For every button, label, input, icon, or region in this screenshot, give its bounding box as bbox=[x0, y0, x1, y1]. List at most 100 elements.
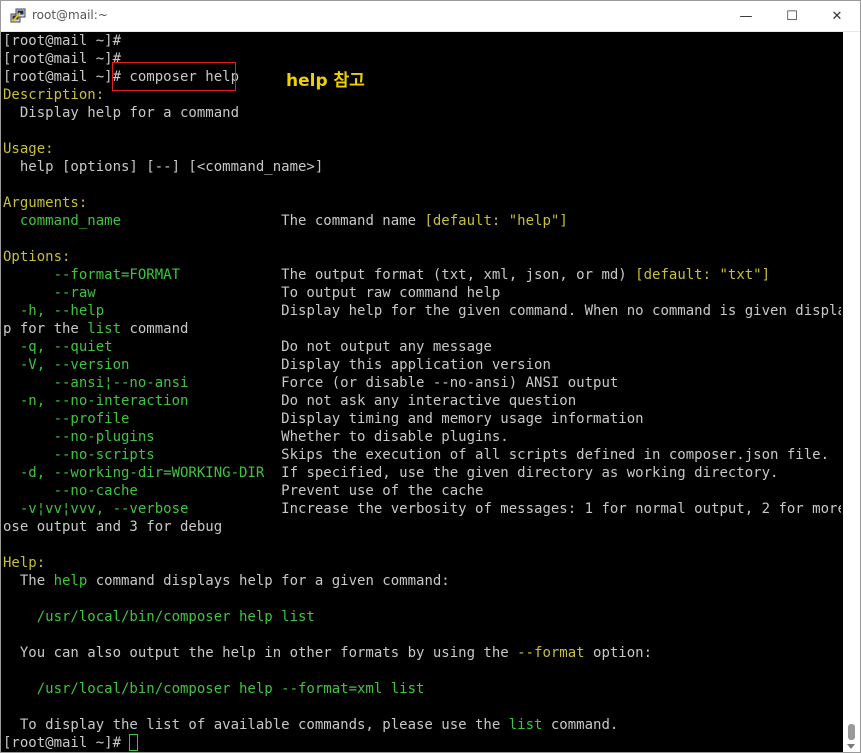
terminal-line: -q, --quiet Do not output any message bbox=[3, 338, 841, 356]
terminal-text: Options: bbox=[3, 249, 71, 265]
terminal-line: -V, --version Display this application v… bbox=[3, 356, 841, 374]
terminal-text: Skips the execution of all scripts defin… bbox=[154, 447, 830, 463]
terminal-text: option: bbox=[584, 645, 653, 661]
terminal-text: command bbox=[121, 321, 189, 337]
terminal-text: --no-plugins bbox=[3, 429, 155, 445]
terminal-line: The help command displays help for a giv… bbox=[3, 572, 841, 590]
terminal-text: Arguments: bbox=[3, 195, 88, 211]
terminal-line: To display the list of available command… bbox=[3, 716, 841, 734]
terminal-text: [root@mail ~]# bbox=[3, 51, 122, 67]
terminal-text: To output raw command help bbox=[95, 285, 501, 301]
terminal-line: -d, --working-dir=WORKING-DIR If specifi… bbox=[3, 464, 841, 482]
terminal-text: The output format (txt, xml, json, or md… bbox=[180, 267, 636, 283]
terminal-text: list bbox=[87, 321, 122, 337]
terminal-line: /usr/local/bin/composer help list bbox=[3, 608, 841, 626]
terminal-text: command displays help for a given comman… bbox=[87, 573, 450, 589]
terminal-line: [root@mail ~]# bbox=[3, 32, 841, 50]
terminal-text: ose output and 3 for debug bbox=[3, 519, 223, 535]
terminal-line: --no-plugins Whether to disable plugins. bbox=[3, 428, 841, 446]
terminal-text: /usr/local/bin/composer help --format=xm… bbox=[3, 681, 425, 697]
terminal-line: You can also output the help in other fo… bbox=[3, 644, 841, 662]
terminal-text: -V, --version bbox=[3, 357, 130, 373]
terminal-window: root@mail:~ — ☐ ✕ [root@mail ~]# [root@ma… bbox=[0, 0, 861, 753]
terminal-line: --no-cache Prevent use of the cache bbox=[3, 482, 841, 500]
terminal-text: command_name bbox=[3, 213, 122, 229]
terminal-line: -h, --help Display help for the given co… bbox=[3, 302, 841, 320]
terminal-text: Whether to disable plugins. bbox=[154, 429, 509, 445]
scroll-down-arrow-icon[interactable] bbox=[847, 744, 855, 749]
terminal-text: Display timing and memory usage informat… bbox=[129, 411, 644, 427]
terminal-text: help [options] [--] [<command_name>] bbox=[3, 159, 324, 175]
terminal-text: --profile bbox=[3, 411, 130, 427]
terminal-line: Usage: bbox=[3, 140, 841, 158]
terminal-text: --no-scripts bbox=[3, 447, 155, 463]
close-icon[interactable]: ✕ bbox=[814, 1, 860, 31]
terminal-line: -v¦vv¦vvv, --verbose Increase the verbos… bbox=[3, 500, 841, 518]
terminal-text: --format=FORMAT bbox=[3, 267, 181, 283]
terminal-text: To display the list of available command… bbox=[3, 717, 509, 733]
cursor bbox=[129, 733, 139, 751]
terminal-text: The bbox=[3, 573, 54, 589]
terminal-text: --format bbox=[517, 645, 585, 661]
terminal-text: p for the bbox=[3, 321, 88, 337]
terminal-text: /usr/local/bin/composer help list bbox=[3, 609, 315, 625]
terminal-text: [default: "help"] bbox=[424, 213, 568, 229]
terminal-text: command. bbox=[542, 717, 619, 733]
terminal-text: --no-cache bbox=[3, 483, 138, 499]
title-bar[interactable]: root@mail:~ — ☐ ✕ bbox=[1, 1, 860, 32]
terminal-text: -q, --quiet bbox=[3, 339, 113, 355]
terminal-text: --raw bbox=[3, 285, 96, 301]
terminal-text: Description: bbox=[3, 87, 105, 103]
terminal-text: [root@mail ~]# bbox=[3, 33, 122, 49]
terminal-line: Help: bbox=[3, 554, 841, 572]
terminal-output[interactable]: [root@mail ~]# [root@mail ~]# [root@mail ~… bbox=[3, 32, 841, 752]
terminal-text: --ansi¦--no-ansi bbox=[3, 375, 189, 391]
terminal-text: -n, --no-interaction bbox=[3, 393, 189, 409]
terminal-text: help bbox=[53, 573, 88, 589]
terminal-text: -h, --help bbox=[3, 303, 105, 319]
terminal-text: Force (or disable --no-ansi) ANSI output bbox=[188, 375, 619, 391]
terminal-line: Arguments: bbox=[3, 194, 841, 212]
terminal-text: [default: "txt"] bbox=[635, 267, 771, 283]
terminal-text: Help: bbox=[3, 555, 46, 571]
terminal-text: Display this application version bbox=[129, 357, 551, 373]
maximize-icon[interactable]: ☐ bbox=[769, 1, 815, 31]
terminal-text: -v¦vv¦vvv, --verbose bbox=[3, 501, 189, 517]
terminal-text: If specified, use the given directory as… bbox=[264, 465, 779, 481]
window-title: root@mail:~ bbox=[32, 8, 108, 22]
terminal-line: /usr/local/bin/composer help --format=xm… bbox=[3, 680, 841, 698]
terminal-text: Display help for a command bbox=[3, 105, 240, 121]
terminal-text: Increase the verbosity of messages: 1 fo… bbox=[188, 501, 841, 517]
terminal-line: -n, --no-interaction Do not ask any inte… bbox=[3, 392, 841, 410]
terminal-text: You can also output the help in other fo… bbox=[3, 645, 518, 661]
terminal-text: list bbox=[508, 717, 543, 733]
terminal-text: Usage: bbox=[3, 141, 54, 157]
putty-icon[interactable] bbox=[10, 8, 26, 24]
terminal-text: Prevent use of the cache bbox=[137, 483, 484, 499]
terminal-line: --raw To output raw command help bbox=[3, 284, 841, 302]
minimize-icon[interactable]: — bbox=[723, 1, 769, 31]
terminal-line: Options: bbox=[3, 248, 841, 266]
command-highlight-box bbox=[112, 62, 236, 91]
terminal-text: [root@mail ~]# bbox=[3, 735, 130, 751]
terminal-line: Display help for a command bbox=[3, 104, 841, 122]
terminal-line: --format=FORMAT The output format (txt, … bbox=[3, 266, 841, 284]
terminal-line: [root@mail ~]# bbox=[3, 733, 841, 752]
terminal-line: help [options] [--] [<command_name>] bbox=[3, 158, 841, 176]
vertical-scrollbar[interactable] bbox=[843, 32, 860, 752]
annotation-label: help 참고 bbox=[286, 71, 365, 91]
scrollbar-thumb[interactable] bbox=[848, 724, 855, 740]
terminal-line: ose output and 3 for debug bbox=[3, 518, 841, 536]
terminal-text: Display help for the given command. When… bbox=[104, 303, 841, 319]
terminal-text: Do not ask any interactive question bbox=[188, 393, 577, 409]
terminal-line: --no-scripts Skips the execution of all … bbox=[3, 446, 841, 464]
terminal-line: --profile Display timing and memory usag… bbox=[3, 410, 841, 428]
